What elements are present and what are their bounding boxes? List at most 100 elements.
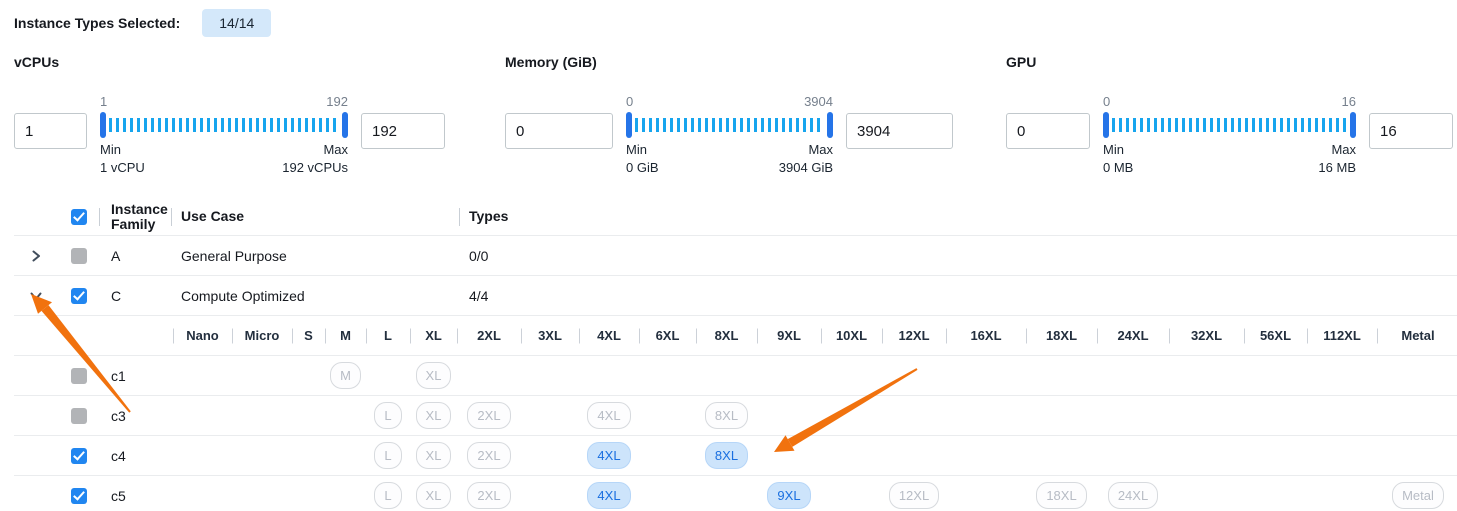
c5-2xl-badge[interactable]: 2XL — [467, 482, 510, 509]
vcpus-range-slider[interactable]: 1 192 Min1 vCPU Max192 vCPUs — [100, 94, 348, 177]
memory-max-input[interactable] — [846, 113, 953, 149]
slider-track[interactable] — [1103, 112, 1356, 138]
c5-metal-badge[interactable]: Metal — [1392, 482, 1444, 509]
instance-name: c1 — [99, 368, 173, 384]
instance-row-c1: c1 M XL — [14, 356, 1457, 396]
selected-label: Instance Types Selected: — [14, 15, 180, 31]
size-column-12xl: 12XL — [882, 328, 946, 343]
filter-title: GPU — [1006, 54, 1449, 70]
size-column-2xl: 2XL — [457, 328, 521, 343]
c1-checkbox[interactable] — [71, 368, 87, 384]
size-columns-header-row: NanoMicroSMLXL2XL3XL4XL6XL8XL9XL10XL12XL… — [14, 316, 1457, 356]
filter-title: vCPUs — [14, 54, 451, 70]
filters: vCPUs 1 192 Min1 vCPU — [14, 54, 1457, 177]
slider-min-caption: Min1 vCPU — [100, 141, 145, 177]
column-header-instance-family: Instance Family — [99, 202, 171, 232]
size-column-nano: Nano — [173, 328, 232, 343]
size-column-16xl: 16XL — [946, 328, 1026, 343]
slider-min-label: 1 — [100, 94, 107, 109]
vcpus-max-input[interactable] — [361, 113, 445, 149]
instance-family-table: Instance Family Use Case Types A General… — [14, 198, 1457, 511]
selected-bar: Instance Types Selected: 14/14 — [14, 8, 1457, 38]
slider-handle-min[interactable] — [1103, 112, 1109, 138]
size-column-112xl: 112XL — [1307, 328, 1377, 343]
size-column-3xl: 3XL — [521, 328, 579, 343]
expand-chevron-right-icon[interactable] — [28, 248, 44, 264]
family-name: C — [99, 288, 171, 304]
c4-2xl-badge[interactable]: 2XL — [467, 442, 510, 469]
slider-max-caption: Max192 vCPUs — [282, 141, 348, 177]
family-types-count: 0/0 — [459, 248, 1457, 264]
size-column-micro: Micro — [232, 328, 292, 343]
slider-handle-min[interactable] — [100, 112, 106, 138]
instance-type-selector: Instance Types Selected: 14/14 vCPUs 1 1… — [0, 0, 1457, 511]
filter-gpu: GPU 0 16 Min0 MB — [1006, 54, 1449, 177]
c1-m-badge[interactable]: M — [330, 362, 361, 389]
size-column-l: L — [366, 328, 410, 343]
slider-track[interactable] — [626, 112, 833, 138]
c5-12xl-badge[interactable]: 12XL — [889, 482, 939, 509]
size-column-32xl: 32XL — [1169, 328, 1244, 343]
gpu-max-input[interactable] — [1369, 113, 1453, 149]
family-a-checkbox[interactable] — [71, 248, 87, 264]
filter-memory: Memory (GiB) 0 3904 Min0 GiB — [505, 54, 951, 177]
c4-4xl-badge[interactable]: 4XL — [587, 442, 630, 469]
c1-xl-badge[interactable]: XL — [416, 362, 452, 389]
size-column-24xl: 24XL — [1097, 328, 1169, 343]
instance-name: c3 — [99, 408, 173, 424]
family-c-checkbox[interactable] — [71, 288, 87, 304]
size-column-m: M — [325, 328, 366, 343]
size-column-9xl: 9XL — [757, 328, 821, 343]
c4-8xl-badge[interactable]: 8XL — [705, 442, 748, 469]
c5-18xl-badge[interactable]: 18XL — [1036, 482, 1086, 509]
c3-l-badge[interactable]: L — [374, 402, 401, 429]
slider-handle-max[interactable] — [342, 112, 348, 138]
c3-8xl-badge[interactable]: 8XL — [705, 402, 748, 429]
c5-4xl-badge[interactable]: 4XL — [587, 482, 630, 509]
gpu-min-input[interactable] — [1006, 113, 1090, 149]
slider-max-label: 3904 — [804, 94, 833, 109]
c3-checkbox[interactable] — [71, 408, 87, 424]
filter-vcpus: vCPUs 1 192 Min1 vCPU — [14, 54, 451, 177]
size-column-xl: XL — [410, 328, 457, 343]
size-column-56xl: 56XL — [1244, 328, 1307, 343]
c5-9xl-badge[interactable]: 9XL — [767, 482, 810, 509]
slider-handle-min[interactable] — [626, 112, 632, 138]
vcpus-min-input[interactable] — [14, 113, 87, 149]
instance-rows: c1MXLc3LXL2XL4XL8XLc4LXL2XL4XL8XLc5LXL2X… — [14, 356, 1457, 511]
slider-max-label: 16 — [1342, 94, 1356, 109]
slider-handle-max[interactable] — [827, 112, 833, 138]
c3-xl-badge[interactable]: XL — [416, 402, 452, 429]
size-column-s: S — [292, 328, 325, 343]
slider-track[interactable] — [100, 112, 348, 138]
c4-xl-badge[interactable]: XL — [416, 442, 452, 469]
family-row-c: C Compute Optimized 4/4 — [14, 276, 1457, 316]
family-name: A — [99, 248, 171, 264]
select-all-checkbox[interactable] — [71, 209, 87, 225]
slider-max-caption: Max16 MB — [1318, 141, 1356, 177]
instance-name: c5 — [99, 488, 173, 504]
slider-max-label: 192 — [326, 94, 348, 109]
slider-ticks — [1112, 118, 1347, 132]
c5-xl-badge[interactable]: XL — [416, 482, 452, 509]
c3-2xl-badge[interactable]: 2XL — [467, 402, 510, 429]
c3-4xl-badge[interactable]: 4XL — [587, 402, 630, 429]
column-header-types: Types — [459, 209, 1457, 224]
family-types-count: 4/4 — [459, 288, 1457, 304]
family-row-a: A General Purpose 0/0 — [14, 236, 1457, 276]
size-column-metal: Metal — [1377, 328, 1457, 343]
size-column-6xl: 6XL — [639, 328, 696, 343]
size-column-10xl: 10XL — [821, 328, 882, 343]
memory-range-slider[interactable]: 0 3904 Min0 GiB Max3904 GiB — [626, 94, 833, 177]
memory-min-input[interactable] — [505, 113, 613, 149]
c5-checkbox[interactable] — [71, 488, 87, 504]
c5-24xl-badge[interactable]: 24XL — [1108, 482, 1158, 509]
c5-l-badge[interactable]: L — [374, 482, 401, 509]
c4-l-badge[interactable]: L — [374, 442, 401, 469]
c4-checkbox[interactable] — [71, 448, 87, 464]
instance-row-c5: c5 L XL 2XL 4XL 9XL 12XL 18XL 24XL Metal — [14, 476, 1457, 511]
collapse-chevron-down-icon[interactable] — [28, 288, 44, 304]
slider-handle-max[interactable] — [1350, 112, 1356, 138]
gpu-range-slider[interactable]: 0 16 Min0 MB Max16 MB — [1103, 94, 1356, 177]
size-column-8xl: 8XL — [696, 328, 757, 343]
